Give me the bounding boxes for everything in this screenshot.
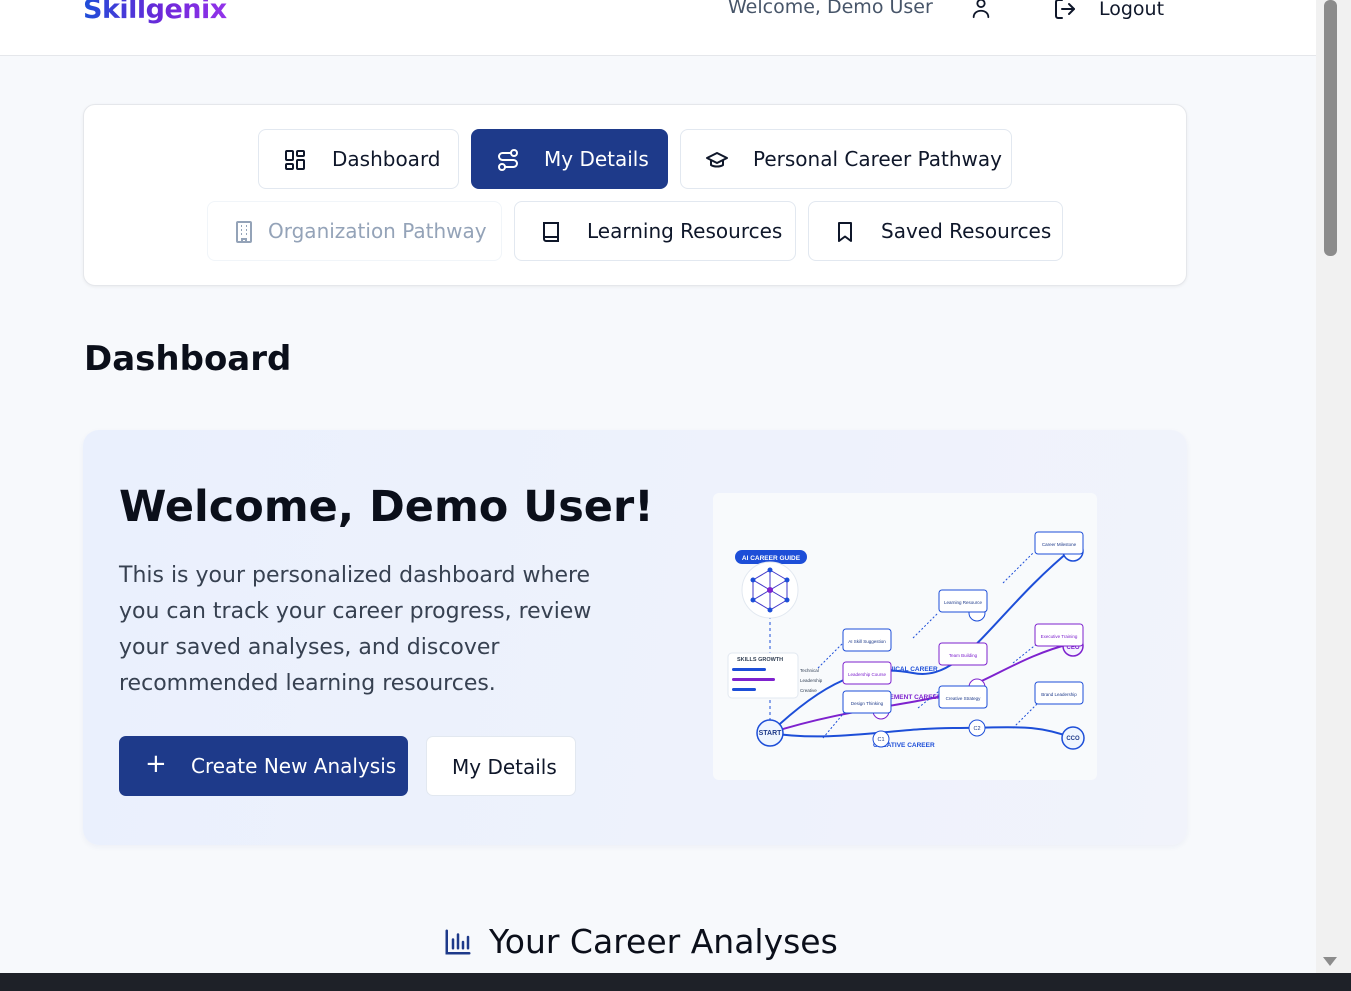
bar-chart-icon [445, 929, 471, 954]
plus-icon: + [145, 749, 167, 779]
tab-organization-pathway[interactable]: Organization Pathway [207, 201, 502, 261]
c2-node: C2 [973, 726, 980, 732]
tab-dashboard-label: Dashboard [332, 147, 441, 171]
career-pathway-illustration: AI CAREER GUIDE SKILLS GROWTH Technical … [713, 493, 1097, 780]
start-node: START [759, 730, 783, 737]
logout-icon [1055, 0, 1075, 19]
hero-title: Welcome, Demo User! [119, 482, 654, 532]
skills-growth-title: SKILLS GROWTH [737, 657, 783, 663]
career-analyses-heading: Your Career Analyses [443, 922, 838, 961]
graduation-cap-icon [706, 152, 728, 168]
scrollbar-thumb[interactable] [1324, 0, 1337, 256]
skill-leadership: Leadership [800, 678, 823, 683]
tab-personal-career-pathway[interactable]: Personal Career Pathway [680, 129, 1012, 189]
nav-card: Dashboard My Details Personal Career Pat… [83, 104, 1187, 286]
tab-learning-resources[interactable]: Learning Resources [514, 201, 796, 261]
logout-button[interactable]: Logout [1053, 0, 1164, 22]
tab-organization-pathway-label: Organization Pathway [268, 219, 487, 243]
tab-saved-resources[interactable]: Saved Resources [808, 201, 1063, 261]
card-leadership-course: Leadership Course [848, 672, 887, 677]
top-bar: Skillgenix Welcome, Demo User Logout [0, 0, 1316, 56]
user-icon[interactable] [970, 0, 992, 19]
card-learning-resource: Learning Resource [944, 600, 983, 605]
cco-node: CCO [1066, 736, 1080, 742]
create-new-analysis-button[interactable]: + Create New Analysis [119, 736, 408, 796]
my-details-label: My Details [452, 755, 557, 779]
card-ai-skill-suggestion: AI Skill Suggestion [848, 639, 886, 644]
tab-dashboard[interactable]: Dashboard [258, 129, 459, 189]
scroll-down-arrow-icon[interactable] [1323, 957, 1337, 966]
page-title: Dashboard [84, 339, 292, 379]
card-design-thinking: Design Thinking [851, 701, 884, 706]
create-new-analysis-label: Create New Analysis [191, 754, 397, 778]
route-icon [498, 149, 518, 171]
tab-learning-resources-label: Learning Resources [587, 219, 783, 243]
card-career-milestone: Career Milestone [1042, 542, 1077, 547]
career-analyses-title: Your Career Analyses [489, 922, 838, 961]
skill-technical: Technical [800, 668, 819, 673]
c1-node: C1 [877, 737, 884, 743]
skills-growth-panel: SKILLS GROWTH Technical Leadership Creat… [727, 652, 823, 699]
skill-creative: Creative [800, 688, 817, 693]
card-executive-training: Executive Training [1041, 634, 1078, 639]
tab-my-details[interactable]: My Details [471, 129, 668, 189]
book-icon [543, 222, 559, 242]
tab-saved-resources-label: Saved Resources [881, 219, 1052, 243]
card-brand-leadership: Brand Leadership [1041, 692, 1077, 697]
my-details-button[interactable]: My Details [426, 736, 576, 796]
bookmark-icon [838, 222, 852, 242]
card-creative-strategy: Creative Strategy [946, 696, 982, 701]
card-team-building: Team Building [949, 653, 978, 658]
ai-career-guide-text: AI CAREER GUIDE [742, 555, 801, 562]
logout-label: Logout [1099, 0, 1165, 20]
welcome-hero: Welcome, Demo User! This is your persona… [83, 430, 1187, 845]
brand-logo[interactable]: Skillgenix [83, 0, 227, 25]
window-bottom-strip [0, 973, 1351, 991]
building-icon [236, 221, 252, 243]
tab-personal-career-pathway-label: Personal Career Pathway [753, 147, 1002, 171]
hero-description: This is your personalized dashboard wher… [119, 563, 592, 696]
tab-my-details-label: My Details [544, 147, 649, 171]
welcome-text: Welcome, Demo User [728, 0, 933, 18]
grid-icon [285, 150, 305, 170]
